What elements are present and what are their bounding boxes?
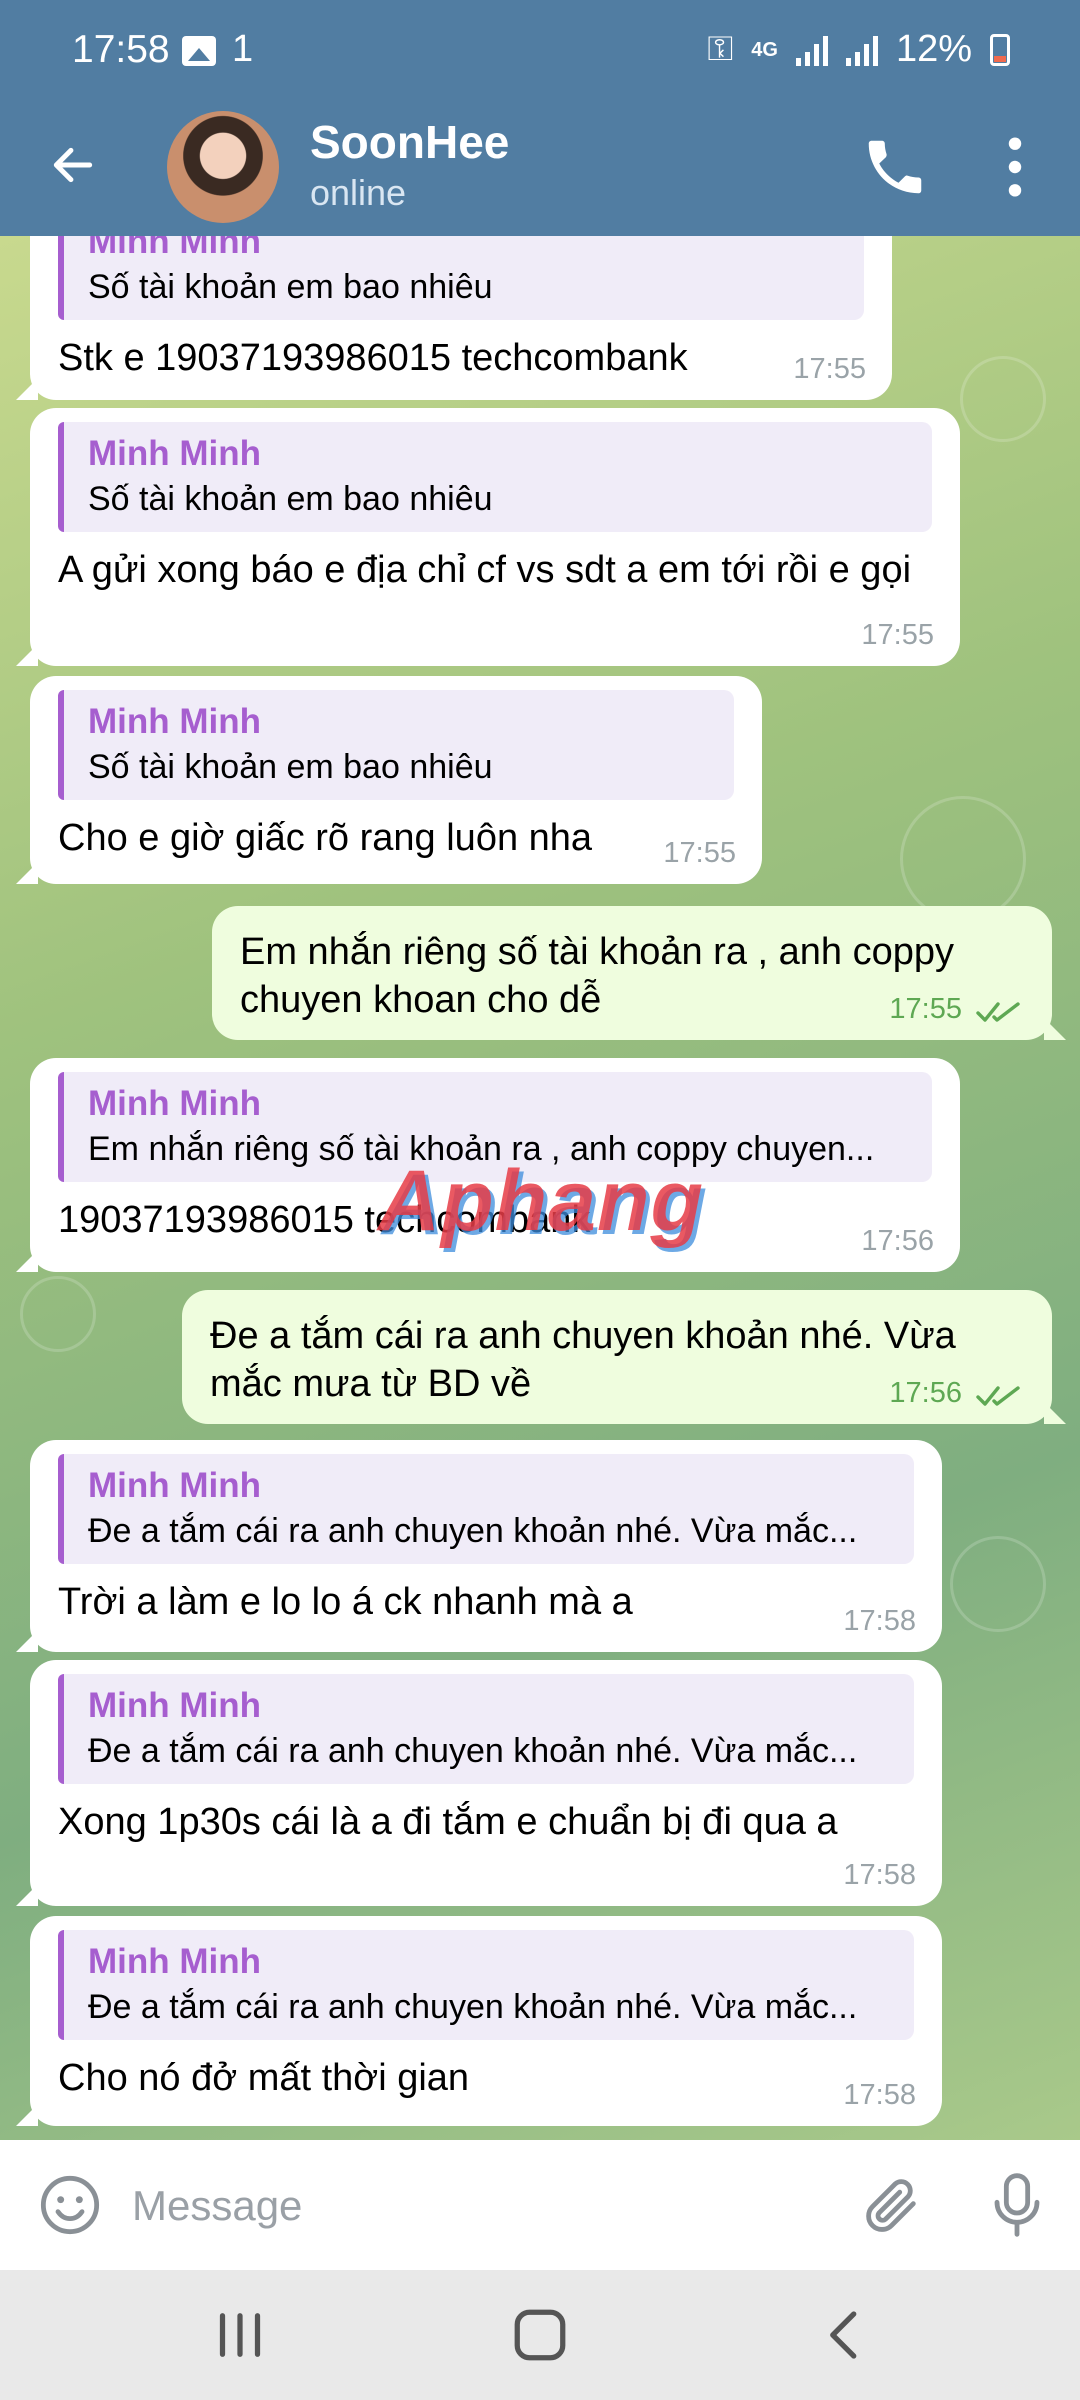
signal-icon [795,34,828,66]
chat-header: SoonHee online [0,100,1080,236]
system-nav-bar [0,2270,1080,2400]
message-composer [0,2140,1080,2270]
status-bar: 17:58 1 ⚿ 4G 12% [0,0,1080,100]
message-text: Xong 1p30s cái là a đi tắm e chuẩn bị đi… [58,1801,838,1843]
arrow-left-icon [53,147,93,183]
message-time: 17:58 [843,2079,916,2111]
background-doodle [950,1536,1046,1632]
signal-icon-2 [845,34,878,66]
status-time: 17:58 [72,28,170,71]
read-check-icon [976,1386,1020,1406]
reply-sender: Minh Minh [88,434,262,473]
message-time: 17:56 [889,1377,962,1409]
message-time: 17:55 [861,619,934,651]
reply-quote[interactable]: Minh Minh Số tài khoản em bao nhiêu [58,236,864,320]
online-status: online [310,172,407,213]
reply-text: Số tài khoản em bao nhiêu [88,748,493,786]
top-bar: 17:58 1 ⚿ 4G 12% SoonHee online [0,0,1080,236]
reply-sender: Minh Minh [88,1084,262,1123]
reply-quote[interactable]: Minh Minh Đe a tắm cái ra anh chuyen kho… [58,1674,914,1784]
reply-quote[interactable]: Minh Minh Số tài khoản em bao nhiêu [58,422,932,532]
message-text: Cho e giờ giấc rõ rang luôn nha [58,817,593,859]
gallery-notification-icon [182,36,216,66]
message-text: Trời a làm e lo lo á ck nhanh mà a [58,1581,633,1623]
phone-icon[interactable] [860,132,930,202]
reply-text: Đe a tắm cái ra anh chuyen khoản nhé. Vừ… [88,1988,858,2026]
message-bubble[interactable]: Minh Minh Số tài khoản em bao nhiêu A gử… [16,408,960,666]
message-bubble[interactable]: Minh Minh Đe a tắm cái ra anh chuyen kho… [16,1660,942,1906]
battery-percent: 12% [895,28,972,70]
back-button[interactable] [38,130,108,200]
home-icon[interactable] [505,2305,575,2365]
reply-sender: Minh Minh [88,702,262,741]
reply-text: Đe a tắm cái ra anh chuyen khoản nhé. Vừ… [88,1512,858,1550]
background-doodle [960,356,1046,442]
message-text: A gửi xong báo e địa chỉ cf vs sdt a em … [58,549,912,591]
message-text: Stk e 19037193986015 techcombank [58,337,688,379]
message-bubble[interactable]: Minh Minh Đe a tắm cái ra anh chuyen kho… [16,1440,942,1652]
read-check-icon [976,1002,1020,1022]
reply-quote[interactable]: Minh Minh Đe a tắm cái ra anh chuyen kho… [58,1454,914,1564]
message-time: 17:58 [843,1859,916,1891]
smile-icon[interactable] [38,2173,102,2237]
reply-sender: Minh Minh [88,1466,262,1505]
avatar[interactable] [167,111,279,223]
chat-title[interactable]: SoonHee [310,115,509,169]
reply-sender: Minh Minh [88,1686,262,1725]
message-time: 17:55 [889,993,962,1025]
battery-icon [990,33,1010,66]
network-type: 4G [751,38,778,61]
reply-sender: Minh Minh [88,1942,262,1981]
message-bubble[interactable]: Minh Minh Số tài khoản em bao nhiêu Cho … [16,676,762,884]
status-icons: ⚿ 4G 12% [707,28,1010,71]
more-vertical-icon[interactable] [995,132,1035,202]
microphone-icon[interactable] [985,2170,1049,2240]
message-bubble-outgoing[interactable]: Đe a tắm cái ra anh chuyen khoản nhé. Vừ… [182,1290,1066,1424]
message-text: Cho nó đở mất thời gian [58,2057,470,2099]
chat-area[interactable]: Minh Minh Số tài khoản em bao nhiêu Stk … [0,236,1080,2140]
notification-count: 1 [232,28,254,70]
reply-sender: Minh Minh [88,236,262,261]
paperclip-icon[interactable] [860,2173,924,2237]
reply-quote[interactable]: Minh Minh Đe a tắm cái ra anh chuyen kho… [58,1930,914,2040]
background-doodle [20,1276,96,1352]
recents-icon[interactable] [205,2305,275,2365]
message-input[interactable] [130,2170,834,2242]
message-time: 17:55 [663,837,736,869]
message-time: 17:55 [793,353,866,385]
chevron-left-icon[interactable] [810,2305,880,2365]
reply-text: Số tài khoản em bao nhiêu [88,480,493,518]
message-bubble-outgoing[interactable]: Em nhắn riêng số tài khoản ra , anh copp… [212,906,1066,1040]
reply-text: Số tài khoản em bao nhiêu [88,268,493,306]
watermark-logo: Aphang [378,1153,705,1249]
background-doodle [900,796,1026,922]
message-bubble[interactable]: Minh Minh Số tài khoản em bao nhiêu Stk … [16,236,892,400]
message-bubble[interactable]: Minh Minh Đe a tắm cái ra anh chuyen kho… [16,1916,942,2126]
message-time: 17:58 [843,1605,916,1637]
reply-quote[interactable]: Minh Minh Số tài khoản em bao nhiêu [58,690,734,800]
vpn-key-icon: ⚿ [707,30,734,68]
message-time: 17:56 [861,1225,934,1257]
reply-text: Đe a tắm cái ra anh chuyen khoản nhé. Vừ… [88,1732,858,1770]
